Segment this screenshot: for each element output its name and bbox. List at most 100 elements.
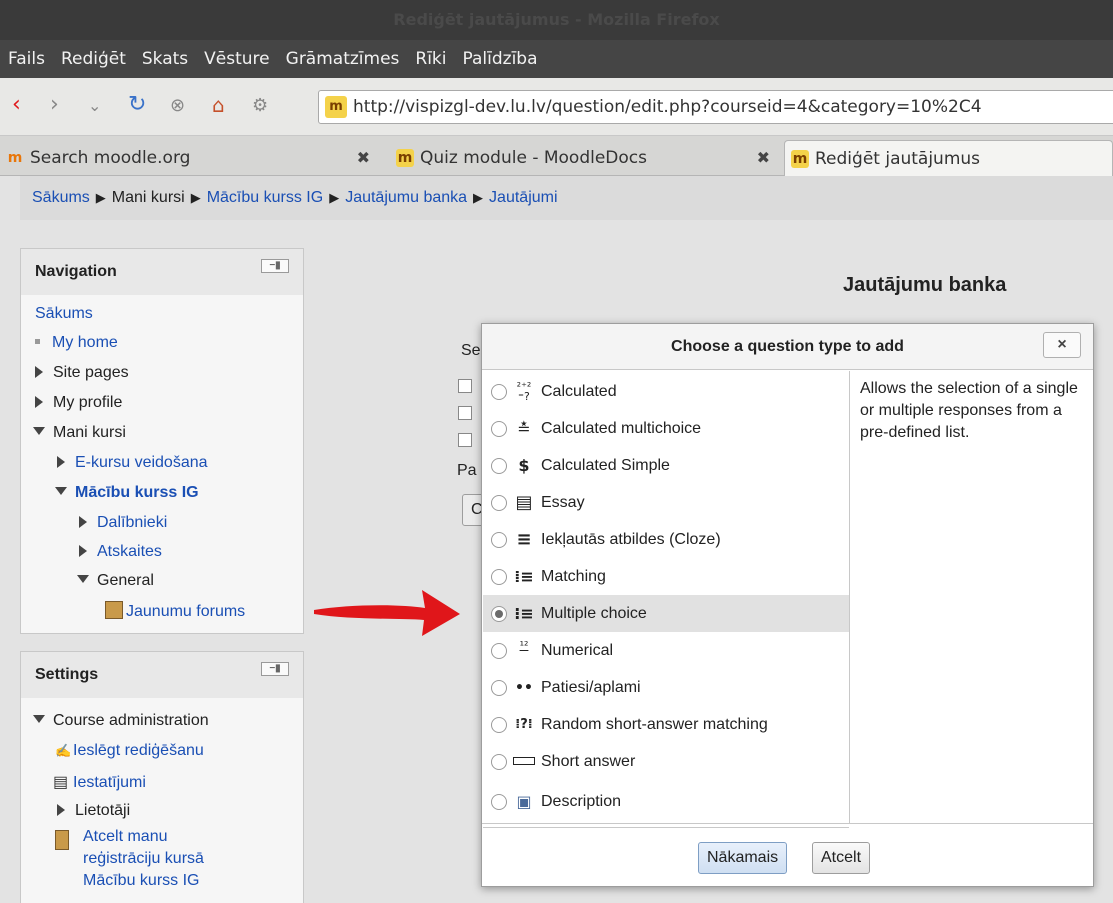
home-icon[interactable]: ⌂ bbox=[212, 93, 225, 117]
tab-quiz-module[interactable]: m Quiz module - MoodleDocs ✖ bbox=[390, 140, 780, 176]
next-button[interactable]: Nākamais bbox=[698, 842, 788, 874]
calculated-icon: ²⁺² ⁼? bbox=[516, 379, 532, 403]
nav-mani-kursi[interactable]: Mani kursi bbox=[33, 424, 126, 442]
settings-unenrol-line3[interactable]: Mācību kurss IG bbox=[83, 872, 199, 890]
moodle-favicon-icon: m bbox=[396, 149, 414, 167]
option-radio[interactable] bbox=[491, 457, 507, 474]
history-dropdown-icon[interactable]: ⌄ bbox=[88, 96, 101, 115]
settings-iestatijumi[interactable]: ▤ Iestatījumi bbox=[53, 772, 146, 792]
option-radio[interactable] bbox=[491, 753, 507, 770]
option-matching[interactable]: ⁞≡ Matching bbox=[483, 558, 849, 595]
option-radio[interactable] bbox=[491, 494, 507, 511]
back-icon[interactable]: ‹ bbox=[12, 92, 21, 117]
settings-unenrol-line1[interactable]: Atcelt manu bbox=[83, 828, 167, 846]
nav-general[interactable]: General bbox=[77, 572, 154, 590]
option-radio-selected[interactable] bbox=[491, 605, 507, 622]
settings-unenrol-line2[interactable]: reģistrāciju kursā bbox=[83, 850, 204, 868]
option-essay[interactable]: ▤ Essay bbox=[483, 484, 849, 521]
addon-icon[interactable]: ⚙ bbox=[252, 95, 268, 116]
option-calculated-simple[interactable]: $ Calculated Simple bbox=[483, 447, 849, 484]
cancel-button[interactable]: Atcelt bbox=[812, 842, 871, 874]
url-bar[interactable]: m http://vispizgl-dev.lu.lv/question/edi… bbox=[318, 90, 1113, 124]
stop-icon[interactable]: ⊗ bbox=[170, 95, 185, 116]
option-radio[interactable] bbox=[491, 716, 507, 733]
settings-course-administration[interactable]: Course administration bbox=[33, 712, 209, 730]
filter-checkbox[interactable] bbox=[458, 379, 472, 393]
nav-jaunumu-forums[interactable]: Jaunumu forums bbox=[105, 601, 245, 621]
nav-my-profile[interactable]: My profile bbox=[35, 394, 122, 412]
site-favicon: m bbox=[325, 96, 347, 118]
option-random-short-answer-matching[interactable]: ⁞?⁞ Random short-answer matching bbox=[483, 706, 849, 743]
settings-block: Settings −▮ Course administration ✍ Ieslē… bbox=[20, 651, 304, 903]
navigation-toolbar: ‹ › ⌄ ↻ ⊗ ⌂ ⚙ m http://vispizgl-dev.lu.l… bbox=[0, 78, 1113, 136]
option-radio[interactable] bbox=[491, 420, 507, 437]
menu-palidziba[interactable]: Palīdzība bbox=[463, 49, 538, 69]
tab-label: Rediģēt jautājumus bbox=[815, 148, 981, 169]
option-calculated-multichoice[interactable]: ≛ Calculated multichoice bbox=[483, 410, 849, 447]
breadcrumb-separator: ▶ bbox=[190, 190, 201, 205]
option-description[interactable]: ▣ Description bbox=[483, 783, 849, 820]
settings-lietotaji[interactable]: Lietotāji bbox=[57, 802, 130, 820]
nav-my-home[interactable]: My home bbox=[35, 334, 118, 352]
true-false-icon: •• bbox=[515, 679, 533, 696]
dock-block-icon[interactable]: −▮ bbox=[261, 259, 289, 273]
close-tab-icon[interactable]: ✖ bbox=[357, 148, 370, 167]
nav-my-profile-label: My profile bbox=[53, 394, 123, 411]
dialog-footer: Nākamais Atcelt bbox=[482, 823, 1093, 887]
menubar: Fails Rediģēt Skats Vēsture Grāmatzīmes … bbox=[0, 40, 1113, 78]
settings-turn-editing-on[interactable]: ✍ Ieslēgt rediģēšanu bbox=[55, 742, 204, 760]
navigation-block-title: Navigation bbox=[35, 263, 117, 280]
menu-fails[interactable]: Fails bbox=[8, 49, 45, 69]
tab-bar: m Search moodle.org ✖ m Quiz module - Mo… bbox=[0, 136, 1113, 176]
option-label: Short answer bbox=[541, 752, 636, 770]
tab-rediget-jautajumus[interactable]: m Rediģēt jautājumus bbox=[784, 140, 1113, 176]
menu-gramatzimes[interactable]: Grāmatzīmes bbox=[286, 49, 400, 69]
settings-block-header: Settings −▮ bbox=[21, 652, 303, 698]
option-short-answer[interactable]: Short answer bbox=[483, 743, 849, 780]
nav-atskaites[interactable]: Atskaites bbox=[79, 543, 162, 561]
option-true-false[interactable]: •• Patiesi/aplami bbox=[483, 669, 849, 706]
option-numerical[interactable]: ¹² Numerical bbox=[483, 632, 849, 669]
filter-checkbox[interactable] bbox=[458, 406, 472, 420]
tab-search-moodle[interactable]: m Search moodle.org ✖ bbox=[0, 140, 380, 176]
option-radio[interactable] bbox=[491, 568, 507, 585]
numerical-icon: ¹² bbox=[519, 638, 529, 652]
nav-dalibnieki[interactable]: Dalībnieki bbox=[79, 514, 167, 532]
question-type-dialog: Choose a question type to add × ²⁺² ⁼? Ca… bbox=[481, 323, 1094, 887]
breadcrumb-questions[interactable]: Jautājumi bbox=[489, 189, 557, 207]
reload-icon[interactable]: ↻ bbox=[128, 92, 146, 117]
nav-e-kursu-veidosana[interactable]: E-kursu veidošana bbox=[57, 454, 208, 472]
menu-vesture[interactable]: Vēsture bbox=[204, 49, 269, 69]
menu-skats[interactable]: Skats bbox=[142, 49, 188, 69]
menu-rediget[interactable]: Rediģēt bbox=[61, 49, 126, 69]
dock-block-icon[interactable]: −▮ bbox=[261, 662, 289, 676]
breadcrumb-separator: ▶ bbox=[473, 190, 484, 205]
breadcrumb-course[interactable]: Mācību kurss IG bbox=[207, 189, 323, 207]
nav-site-pages[interactable]: Site pages bbox=[35, 364, 129, 382]
settings-iestatijumi-label: Iestatījumi bbox=[73, 774, 146, 791]
option-radio[interactable] bbox=[491, 531, 507, 548]
option-radio[interactable] bbox=[491, 793, 507, 810]
forum-icon bbox=[105, 601, 123, 619]
option-cloze[interactable]: ≡ Iekļautās atbildes (Cloze) bbox=[483, 521, 849, 558]
close-tab-icon[interactable]: ✖ bbox=[757, 148, 770, 167]
breadcrumb-question-bank[interactable]: Jautājumu banka bbox=[345, 189, 467, 207]
settings-edit-label: Ieslēgt rediģēšanu bbox=[73, 742, 204, 759]
option-radio[interactable] bbox=[491, 642, 507, 659]
option-label: Multiple choice bbox=[541, 604, 647, 622]
forward-icon[interactable]: › bbox=[50, 92, 59, 117]
option-label: Calculated multichoice bbox=[541, 419, 702, 437]
option-label: Matching bbox=[541, 567, 606, 585]
option-multiple-choice[interactable]: ⁝≡ Multiple choice bbox=[483, 595, 849, 632]
option-label: Numerical bbox=[541, 641, 614, 659]
nav-current-course[interactable]: Mācību kurss IG bbox=[55, 484, 199, 502]
nav-current-course-label: Mācību kurss IG bbox=[75, 484, 199, 501]
filter-checkbox[interactable] bbox=[458, 433, 472, 447]
dialog-close-button[interactable]: × bbox=[1043, 332, 1081, 358]
option-radio[interactable] bbox=[491, 679, 507, 696]
option-radio[interactable] bbox=[491, 383, 507, 400]
nav-sakums[interactable]: Sākums bbox=[35, 305, 93, 323]
breadcrumb-sakums[interactable]: Sākums bbox=[32, 189, 90, 207]
option-calculated[interactable]: ²⁺² ⁼? Calculated bbox=[483, 373, 849, 410]
menu-riki[interactable]: Rīki bbox=[415, 49, 446, 69]
